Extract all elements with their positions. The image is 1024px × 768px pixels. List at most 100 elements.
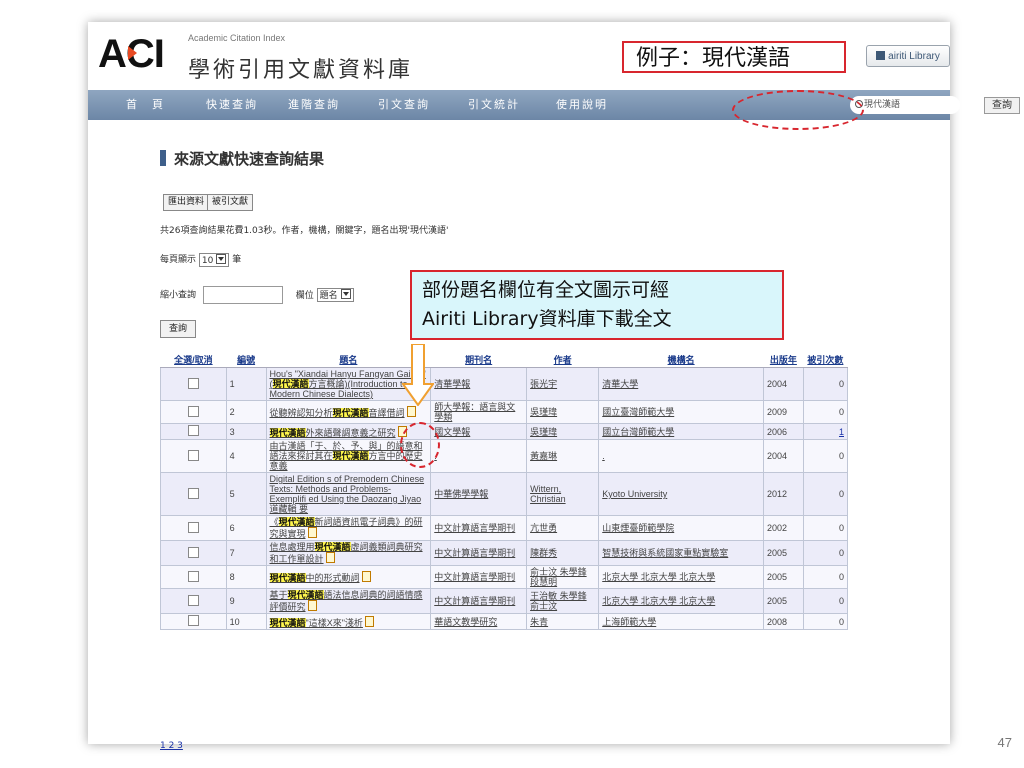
- checkbox-icon[interactable]: [187, 405, 199, 417]
- row-checkbox[interactable]: [160, 439, 227, 473]
- row-author-link[interactable]: 陳群秀: [526, 540, 600, 566]
- checkbox-icon[interactable]: [187, 425, 199, 436]
- row-author-link[interactable]: 張光宇: [526, 367, 600, 401]
- checkbox-icon[interactable]: [187, 521, 199, 533]
- table-row: 10 現代漢語"這樣X來"淺析 華語文教學研究 朱青 上海師範大學 2008 0: [160, 613, 849, 630]
- row-author-link[interactable]: 吳瑾瑋: [526, 423, 600, 440]
- cited-docs-button[interactable]: 被引文獻: [207, 194, 254, 211]
- row-journal-link[interactable]: 清華學報: [430, 367, 528, 401]
- row-checkbox[interactable]: [160, 613, 227, 630]
- fulltext-icon[interactable]: [307, 527, 317, 538]
- checkbox-icon[interactable]: [187, 487, 199, 499]
- down-arrow-icon: [402, 344, 434, 406]
- row-title-link[interactable]: 基于現代漢語語法信息詞典的詞語情感評價研究: [265, 588, 432, 614]
- col-institution[interactable]: 機構名: [598, 352, 764, 368]
- nav-quick-search[interactable]: 快速查詢: [206, 90, 258, 120]
- row-cites[interactable]: 1: [802, 423, 849, 440]
- row-checkbox[interactable]: [160, 367, 227, 401]
- per-page-select[interactable]: 10: [198, 252, 230, 267]
- fulltext-icon[interactable]: [325, 552, 335, 563]
- table-row: 7 信息處理用現代漢語虛詞義類詞典研究和工作單設計 中文計算語言學期刊 陳群秀 智慧技術…: [160, 540, 849, 566]
- row-journal-link[interactable]: 華語文教學研究: [430, 613, 528, 630]
- row-author-link[interactable]: 吳瑾瑋: [526, 400, 600, 424]
- row-title-link[interactable]: 現代漢語"這樣X來"淺析: [265, 613, 432, 630]
- col-journal[interactable]: 期刊名: [430, 352, 527, 368]
- fulltext-icon[interactable]: [364, 615, 374, 627]
- row-year: 2002: [762, 515, 804, 541]
- row-journal-link[interactable]: 中文計算語言學期刊: [430, 565, 528, 589]
- row-title-link[interactable]: 《現代漢語新詞語資訊電子詞典》的研究與實現: [265, 515, 432, 541]
- row-institution-link[interactable]: 國立台灣師範大學: [598, 423, 764, 440]
- row-checkbox[interactable]: [160, 400, 227, 424]
- row-journal-link[interactable]: .: [430, 439, 528, 473]
- row-title-link[interactable]: Digital Edition s of Premodern Chinese T…: [265, 472, 432, 516]
- row-institution-link[interactable]: 智慧技術與系統國家重點實驗室: [598, 540, 764, 566]
- row-author-link[interactable]: 亢世勇: [526, 515, 600, 541]
- checkbox-icon[interactable]: [187, 449, 199, 461]
- row-checkbox[interactable]: [160, 472, 227, 516]
- checkbox-icon[interactable]: [187, 570, 199, 582]
- export-button[interactable]: 匯出資料: [163, 194, 210, 211]
- table-row: 3 現代漢語外來語聲調意義之研究 國文學報 吳瑾瑋 國立台灣師範大學 2006 1: [160, 423, 849, 440]
- row-author-link[interactable]: Wittern, Christian: [526, 472, 600, 516]
- fulltext-icon[interactable]: [361, 571, 371, 582]
- nav-help[interactable]: 使用說明: [556, 90, 608, 120]
- row-institution-link[interactable]: 北京大學 北京大學 北京大學: [598, 588, 764, 614]
- col-author[interactable]: 作者: [526, 352, 599, 368]
- row-journal-link[interactable]: 中文計算語言學期刊: [430, 588, 528, 614]
- row-title-link[interactable]: 信息處理用現代漢語虛詞義類詞典研究和工作單設計: [265, 540, 432, 566]
- row-checkbox[interactable]: [160, 423, 227, 440]
- col-number[interactable]: 編號: [226, 352, 266, 368]
- field-select[interactable]: 題名: [316, 288, 354, 302]
- page-title: 來源文獻快速查詢結果: [160, 148, 324, 169]
- nav-search-input[interactable]: 現代漢語: [850, 96, 960, 114]
- checkbox-icon[interactable]: [187, 615, 199, 626]
- checkbox-icon[interactable]: [187, 594, 199, 606]
- row-institution-link[interactable]: .: [598, 439, 764, 473]
- keyword-highlight: 現代漢語: [332, 408, 369, 418]
- checkbox-icon[interactable]: [187, 377, 199, 389]
- row-cites: 0: [802, 400, 849, 424]
- fulltext-icon[interactable]: [406, 406, 416, 417]
- col-year[interactable]: 出版年: [763, 352, 804, 368]
- col-select-all[interactable]: 全選/取消: [160, 352, 227, 368]
- row-journal-link[interactable]: 中華佛學學報: [430, 472, 528, 516]
- narrow-query-button[interactable]: 查詢: [160, 320, 196, 338]
- keyword-highlight: 現代漢語: [287, 590, 324, 600]
- row-checkbox[interactable]: [160, 540, 227, 566]
- row-institution-link[interactable]: Kyoto University: [598, 472, 764, 516]
- row-author-link[interactable]: 黃嘉琳: [526, 439, 600, 473]
- keyword-highlight: 現代漢語: [272, 379, 309, 389]
- narrow-search-input[interactable]: [202, 286, 283, 304]
- row-number: 9: [225, 588, 267, 614]
- results-table: 全選/取消 編號 題名 期刊名 作者 機構名 出版年 被引次數 1 Hou's "…: [160, 352, 849, 630]
- nav-citation-stats[interactable]: 引文統計: [468, 90, 520, 120]
- row-journal-link[interactable]: 師大學報：語言與文學類: [430, 400, 528, 424]
- row-journal-link[interactable]: 中文計算語言學期刊: [430, 515, 528, 541]
- row-checkbox[interactable]: [160, 515, 227, 541]
- nav-advanced-search[interactable]: 進階查詢: [288, 90, 340, 120]
- row-number: 5: [225, 472, 267, 516]
- row-journal-link[interactable]: 國文學報: [430, 423, 528, 440]
- row-institution-link[interactable]: 清華大學: [598, 367, 764, 401]
- row-institution-link[interactable]: 國立臺灣師範大學: [598, 400, 764, 424]
- nav-citation-search[interactable]: 引文查詢: [378, 90, 430, 120]
- row-checkbox[interactable]: [160, 565, 227, 589]
- row-author-link[interactable]: 朱青: [526, 613, 600, 630]
- nav-search-button[interactable]: 查詢: [984, 97, 1020, 114]
- pagination[interactable]: 1 2 3: [160, 741, 183, 751]
- fulltext-icon[interactable]: [307, 600, 317, 611]
- row-title-link[interactable]: 現代漢語中的形式動詞: [265, 565, 432, 589]
- keyword-highlight: 現代漢語: [332, 451, 369, 461]
- row-journal-link[interactable]: 中文計算語言學期刊: [430, 540, 528, 566]
- row-institution-link[interactable]: 北京大學 北京大學 北京大學: [598, 565, 764, 589]
- airiti-library-button[interactable]: airiti Library: [866, 45, 950, 67]
- row-institution-link[interactable]: 山東煙臺師範學院: [598, 515, 764, 541]
- row-author-link[interactable]: 王治敏 朱學鋒 俞士汶: [526, 588, 600, 614]
- row-checkbox[interactable]: [160, 588, 227, 614]
- row-institution-link[interactable]: 上海師範大學: [598, 613, 764, 630]
- col-cites[interactable]: 被引次數: [803, 352, 848, 368]
- nav-home[interactable]: 首 頁: [126, 90, 165, 120]
- row-author-link[interactable]: 俞士汶 朱學鋒 段慧明: [526, 565, 600, 589]
- checkbox-icon[interactable]: [187, 546, 199, 558]
